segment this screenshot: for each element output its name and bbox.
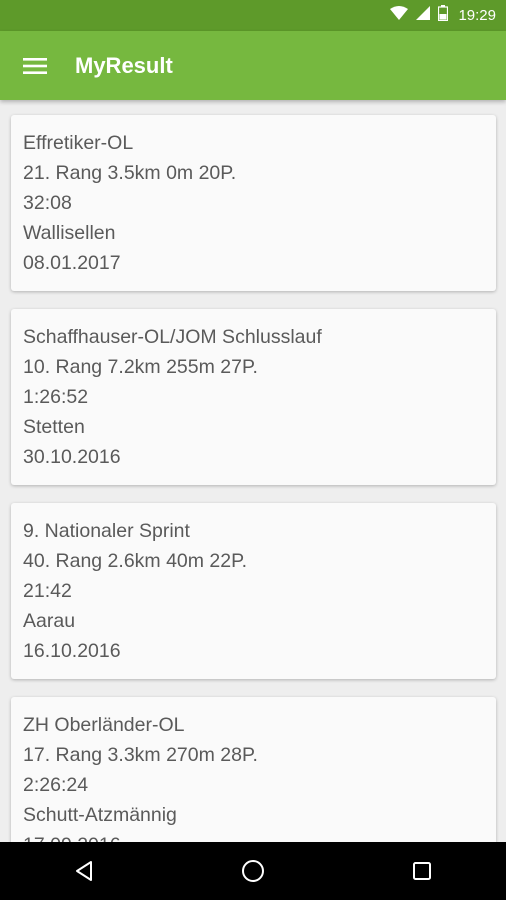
rank-info: 17. Rang 3.3km 270m 28P. bbox=[23, 744, 258, 766]
navigation-bar bbox=[0, 842, 506, 900]
app-bar: MyResult bbox=[0, 31, 506, 100]
location: Schutt-Atzmännig bbox=[23, 804, 177, 826]
app-title: MyResult bbox=[75, 52, 173, 78]
result-card[interactable]: 9. Nationaler Sprint 40. Rang 2.6km 40m … bbox=[11, 503, 496, 679]
status-bar: 19:29 bbox=[0, 0, 506, 31]
rank-info: 10. Rang 7.2km 255m 27P. bbox=[23, 356, 258, 378]
location: Stetten bbox=[23, 416, 85, 438]
battery-icon bbox=[438, 5, 449, 26]
rank-info: 21. Rang 3.5km 0m 20P. bbox=[23, 162, 237, 184]
event-name: ZH Oberländer-OL bbox=[23, 714, 185, 736]
run-time: 21:42 bbox=[23, 580, 72, 602]
status-time: 19:29 bbox=[458, 7, 496, 24]
result-card[interactable]: ZH Oberländer-OL 17. Rang 3.3km 270m 28P… bbox=[11, 697, 496, 842]
back-icon[interactable] bbox=[54, 842, 114, 900]
rank-info: 40. Rang 2.6km 40m 22P. bbox=[23, 550, 248, 572]
home-icon[interactable] bbox=[223, 842, 283, 900]
event-name: Effretiker-OL bbox=[23, 132, 134, 154]
run-time: 32:08 bbox=[23, 192, 72, 214]
event-date: 30.10.2016 bbox=[23, 446, 121, 468]
recents-icon[interactable] bbox=[392, 842, 452, 900]
event-date: 16.10.2016 bbox=[23, 640, 121, 662]
event-date: 17.09.2016 bbox=[23, 830, 484, 842]
location: Aarau bbox=[23, 610, 76, 632]
result-card[interactable]: Effretiker-OL 21. Rang 3.5km 0m 20P. 32:… bbox=[11, 115, 496, 291]
results-list: Effretiker-OL 21. Rang 3.5km 0m 20P. 32:… bbox=[0, 100, 506, 842]
run-time: 2:26:24 bbox=[23, 774, 89, 796]
run-time: 1:26:52 bbox=[23, 386, 89, 408]
event-name: Schaffhauser-OL/JOM Schlusslauf bbox=[23, 326, 322, 348]
wifi-icon bbox=[390, 6, 409, 25]
result-card[interactable]: Schaffhauser-OL/JOM Schlusslauf 10. Rang… bbox=[11, 309, 496, 485]
event-name: 9. Nationaler Sprint bbox=[23, 520, 190, 542]
hamburger-menu-icon[interactable] bbox=[0, 31, 70, 100]
event-date: 08.01.2017 bbox=[23, 252, 121, 274]
signal-icon bbox=[416, 6, 431, 25]
location: Wallisellen bbox=[23, 222, 116, 244]
